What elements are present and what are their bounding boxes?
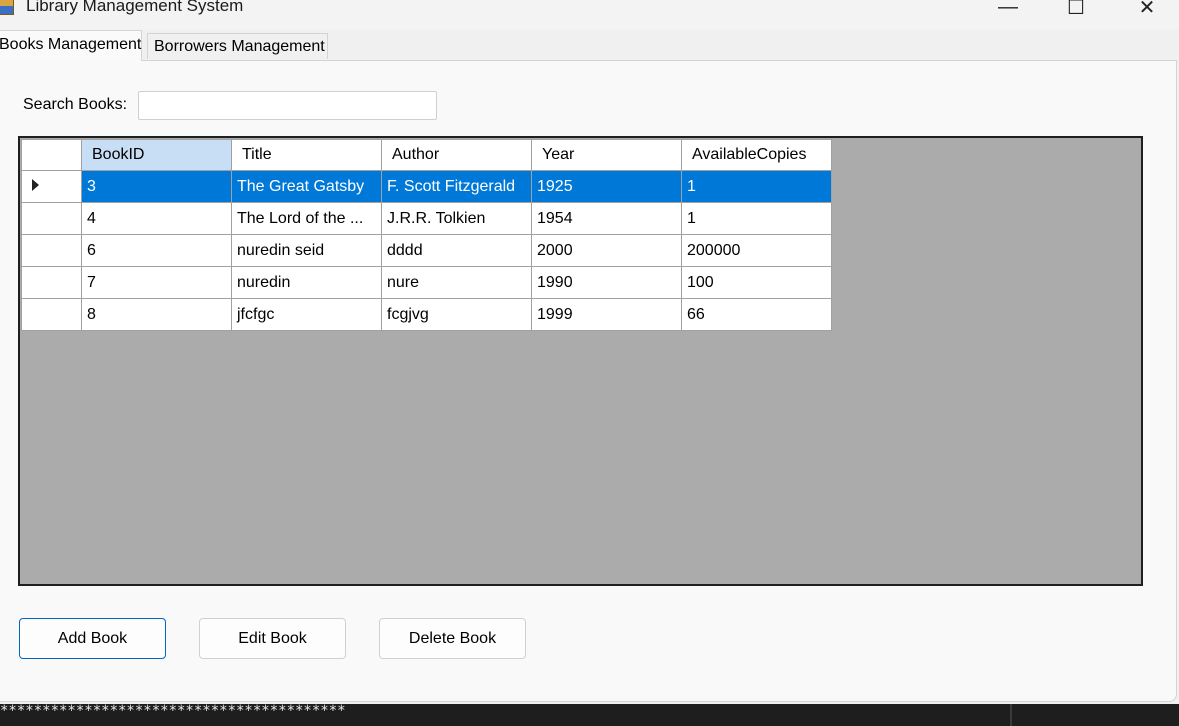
- delete-book-button[interactable]: Delete Book: [379, 618, 526, 659]
- tab-books-management[interactable]: Books Management: [0, 30, 142, 61]
- console-output: ****************************************…: [0, 703, 346, 719]
- books-table: BookID Title Author Year AvailableCopies…: [21, 139, 832, 331]
- tab-strip: Books Management Borrowers Management: [0, 30, 1179, 61]
- table-row[interactable]: 6 nuredin seid dddd 2000 200000: [21, 234, 832, 267]
- row-header[interactable]: [21, 266, 82, 299]
- edit-book-button[interactable]: Edit Book: [199, 618, 346, 659]
- table-row[interactable]: 7 nuredin nure 1990 100: [21, 266, 832, 299]
- column-header-year[interactable]: Year: [531, 139, 682, 171]
- column-header-title[interactable]: Title: [231, 139, 382, 171]
- cell-availablecopies[interactable]: 66: [681, 298, 832, 331]
- cell-author[interactable]: fcgjvg: [381, 298, 532, 331]
- add-book-button[interactable]: Add Book: [19, 618, 166, 659]
- maximize-button[interactable]: ☐: [1053, 0, 1099, 22]
- header-row: BookID Title Author Year AvailableCopies: [21, 139, 832, 171]
- cell-availablecopies[interactable]: 100: [681, 266, 832, 299]
- cell-author[interactable]: J.R.R. Tolkien: [381, 202, 532, 235]
- tab-borrowers-management[interactable]: Borrowers Management: [147, 33, 328, 59]
- cell-bookid[interactable]: 6: [81, 234, 232, 267]
- column-header-availablecopies[interactable]: AvailableCopies: [681, 139, 832, 171]
- row-header[interactable]: [21, 234, 82, 267]
- cell-year[interactable]: 1990: [531, 266, 682, 299]
- console-divider: [1010, 704, 1012, 726]
- search-label: Search Books:: [23, 96, 128, 113]
- app-window: Library Management System — ☐ ✕ Books Ma…: [0, 0, 1179, 704]
- cell-bookid[interactable]: 3: [81, 170, 232, 203]
- console-strip: ****************************************…: [0, 703, 1179, 726]
- books-data-grid[interactable]: BookID Title Author Year AvailableCopies…: [18, 136, 1143, 586]
- cell-year[interactable]: 1999: [531, 298, 682, 331]
- row-header[interactable]: [21, 298, 82, 331]
- cell-availablecopies[interactable]: 1: [681, 170, 832, 203]
- cell-author[interactable]: nure: [381, 266, 532, 299]
- cell-author[interactable]: F. Scott Fitzgerald: [381, 170, 532, 203]
- cell-availablecopies[interactable]: 1: [681, 202, 832, 235]
- cell-title[interactable]: The Great Gatsby: [231, 170, 382, 203]
- table-row[interactable]: 4 The Lord of the ... J.R.R. Tolkien 195…: [21, 202, 832, 235]
- cell-bookid[interactable]: 4: [81, 202, 232, 235]
- cell-bookid[interactable]: 7: [81, 266, 232, 299]
- current-row-arrow-icon: [32, 178, 39, 191]
- cell-author[interactable]: dddd: [381, 234, 532, 267]
- column-header-author[interactable]: Author: [381, 139, 532, 171]
- minimize-button[interactable]: —: [985, 0, 1031, 22]
- close-icon: ✕: [1138, 0, 1156, 19]
- table-row[interactable]: 3 The Great Gatsby F. Scott Fitzgerald 1…: [21, 170, 832, 203]
- window-title: Library Management System: [26, 0, 244, 15]
- search-input[interactable]: [138, 91, 437, 120]
- cell-year[interactable]: 1925: [531, 170, 682, 203]
- title-bar[interactable]: Library Management System — ☐ ✕: [0, 0, 1179, 30]
- close-button[interactable]: ✕: [1124, 0, 1170, 22]
- column-header-bookid[interactable]: BookID: [81, 139, 232, 171]
- row-header[interactable]: [21, 170, 82, 203]
- cell-title[interactable]: nuredin seid: [231, 234, 382, 267]
- app-icon: [0, 0, 14, 15]
- row-header[interactable]: [21, 202, 82, 235]
- grid-corner-header[interactable]: [21, 139, 82, 171]
- cell-title[interactable]: The Lord of the ...: [231, 202, 382, 235]
- cell-availablecopies[interactable]: 200000: [681, 234, 832, 267]
- cell-title[interactable]: nuredin: [231, 266, 382, 299]
- cell-title[interactable]: jfcfgc: [231, 298, 382, 331]
- cell-year[interactable]: 1954: [531, 202, 682, 235]
- minimize-icon: —: [998, 0, 1018, 18]
- cell-bookid[interactable]: 8: [81, 298, 232, 331]
- cell-year[interactable]: 2000: [531, 234, 682, 267]
- table-row[interactable]: 8 jfcfgc fcgjvg 1999 66: [21, 298, 832, 331]
- maximize-icon: ☐: [1067, 0, 1085, 19]
